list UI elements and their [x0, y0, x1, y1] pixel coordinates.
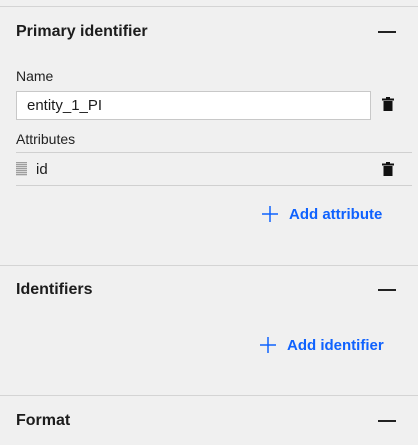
- delete-identifier-trash-icon[interactable]: [382, 97, 394, 111]
- drag-handle-icon[interactable]: [16, 162, 27, 176]
- plus-icon: [260, 337, 276, 353]
- section-divider: [0, 265, 418, 266]
- attributes-label: Attributes: [16, 131, 76, 147]
- format-header[interactable]: Format: [0, 408, 418, 438]
- collapse-format-icon[interactable]: [378, 420, 396, 422]
- section-divider: [0, 395, 418, 396]
- plus-icon: [262, 206, 278, 222]
- delete-attribute-trash-icon[interactable]: [382, 162, 394, 176]
- primary-identifier-title: Primary identifier: [16, 23, 148, 40]
- add-identifier-button[interactable]: Add identifier: [259, 336, 384, 354]
- collapse-identifiers-icon[interactable]: [378, 289, 396, 291]
- primary-identifier-header[interactable]: Primary identifier: [0, 19, 418, 49]
- add-identifier-label: Add identifier: [287, 336, 384, 354]
- panel-top-divider: [0, 6, 418, 7]
- name-input[interactable]: [16, 91, 371, 120]
- attribute-row: id: [16, 152, 412, 186]
- identifiers-header[interactable]: Identifiers: [0, 277, 418, 307]
- name-label: Name: [16, 68, 54, 84]
- attribute-name: id: [36, 161, 48, 178]
- collapse-primary-identifier-icon[interactable]: [378, 31, 396, 33]
- add-attribute-button[interactable]: Add attribute: [261, 205, 382, 223]
- add-attribute-label: Add attribute: [289, 205, 383, 223]
- identifiers-title: Identifiers: [16, 281, 93, 298]
- format-title: Format: [16, 412, 71, 429]
